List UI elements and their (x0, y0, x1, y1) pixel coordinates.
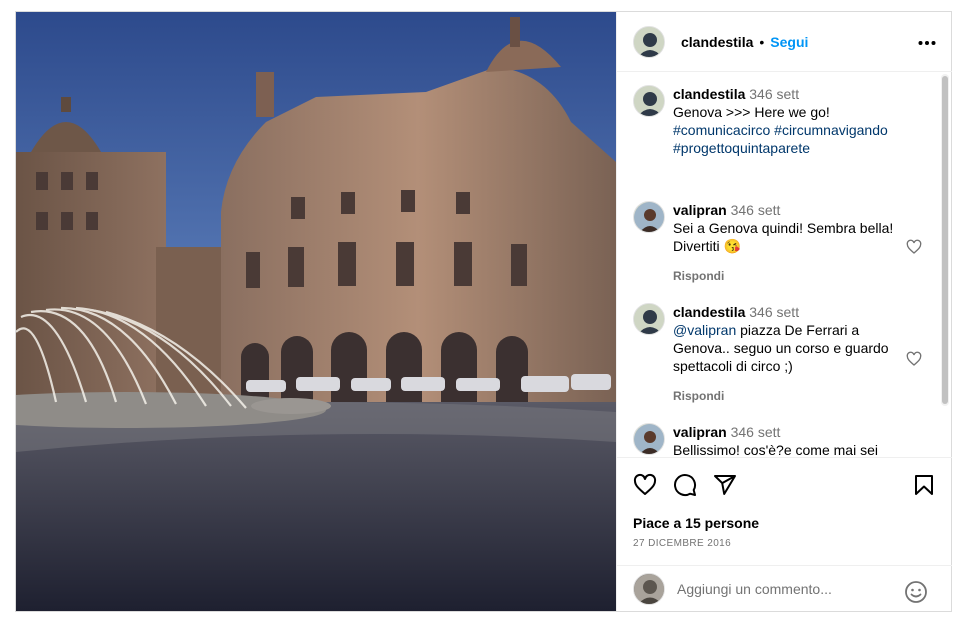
share-icon[interactable] (713, 473, 737, 497)
kiss-emoji: 😘 (723, 238, 741, 254)
comment-item: valipran 346 sett Sei a Genova quindi! S… (633, 201, 923, 285)
comments-list[interactable]: clandestila 346 sett Genova >>> Here we … (617, 73, 952, 457)
author-username[interactable]: clandestila (681, 34, 753, 50)
like-comment-icon[interactable] (906, 351, 922, 367)
post-header: clandestila • Segui (617, 12, 952, 72)
commenter-avatar[interactable] (633, 201, 665, 233)
mention-link[interactable]: @valipran (673, 322, 736, 338)
caption-text: Genova >>> Here we go! (673, 104, 830, 120)
bookmark-icon[interactable] (912, 473, 936, 497)
comment-text: Bellissimo! cos'è?e come mai sei (673, 442, 878, 457)
current-user-avatar (633, 572, 665, 605)
comment-item: valipran 346 sett Bellissimo! cos'è?e co… (633, 423, 923, 457)
add-comment-bar (617, 565, 952, 611)
post-side-panel: clandestila • Segui clandestila 346 sett… (616, 12, 952, 611)
caption-avatar[interactable] (633, 85, 665, 117)
more-options-button[interactable] (918, 32, 936, 48)
caption-username[interactable]: clandestila (673, 86, 745, 102)
post-container: clandestila • Segui clandestila 346 sett… (15, 11, 952, 612)
scrollbar-thumb[interactable] (942, 76, 948, 404)
post-photo[interactable] (16, 12, 616, 611)
commenter-avatar[interactable] (633, 303, 665, 335)
follow-button[interactable]: Segui (770, 34, 808, 50)
smiley-icon[interactable] (904, 580, 928, 604)
hashtag-link[interactable]: #progettoquintaparete (673, 140, 810, 156)
caption-time: 346 sett (749, 86, 800, 102)
comment-item: clandestila 346 sett @valipran piazza De… (633, 303, 923, 405)
caption: clandestila 346 sett Genova >>> Here we … (633, 85, 923, 157)
hashtag-link[interactable]: #circumnavigando (774, 122, 888, 138)
comment-time: 346 sett (749, 304, 800, 320)
comment-time: 346 sett (730, 424, 781, 440)
reply-button[interactable]: Rispondi (673, 267, 724, 285)
comment-username[interactable]: valipran (673, 424, 727, 440)
post-actions: Piace a 15 persone 27 DICEMBRE 2016 (617, 457, 952, 565)
like-comment-icon[interactable] (906, 239, 922, 255)
comment-username[interactable]: valipran (673, 202, 727, 218)
comments-scrollbar[interactable] (941, 74, 949, 406)
comment-username[interactable]: clandestila (673, 304, 745, 320)
hashtag-link[interactable]: #comunicacirco (673, 122, 770, 138)
comment-time: 346 sett (730, 202, 781, 218)
more-icon (918, 41, 936, 45)
commenter-avatar[interactable] (633, 423, 665, 455)
reply-button[interactable]: Rispondi (673, 387, 724, 405)
post-date[interactable]: 27 DICEMBRE 2016 (633, 538, 731, 549)
likes-count[interactable]: Piace a 15 persone (633, 515, 759, 531)
photo-piazza-de-ferrari (16, 12, 616, 611)
heart-icon[interactable] (633, 473, 657, 497)
author-avatar[interactable] (633, 25, 665, 58)
comment-icon[interactable] (673, 473, 697, 497)
add-comment-input[interactable] (677, 580, 887, 597)
header-separator: • (759, 33, 765, 50)
comment-text: Sei a Genova quindi! Sembra bella! Diver… (673, 220, 894, 254)
